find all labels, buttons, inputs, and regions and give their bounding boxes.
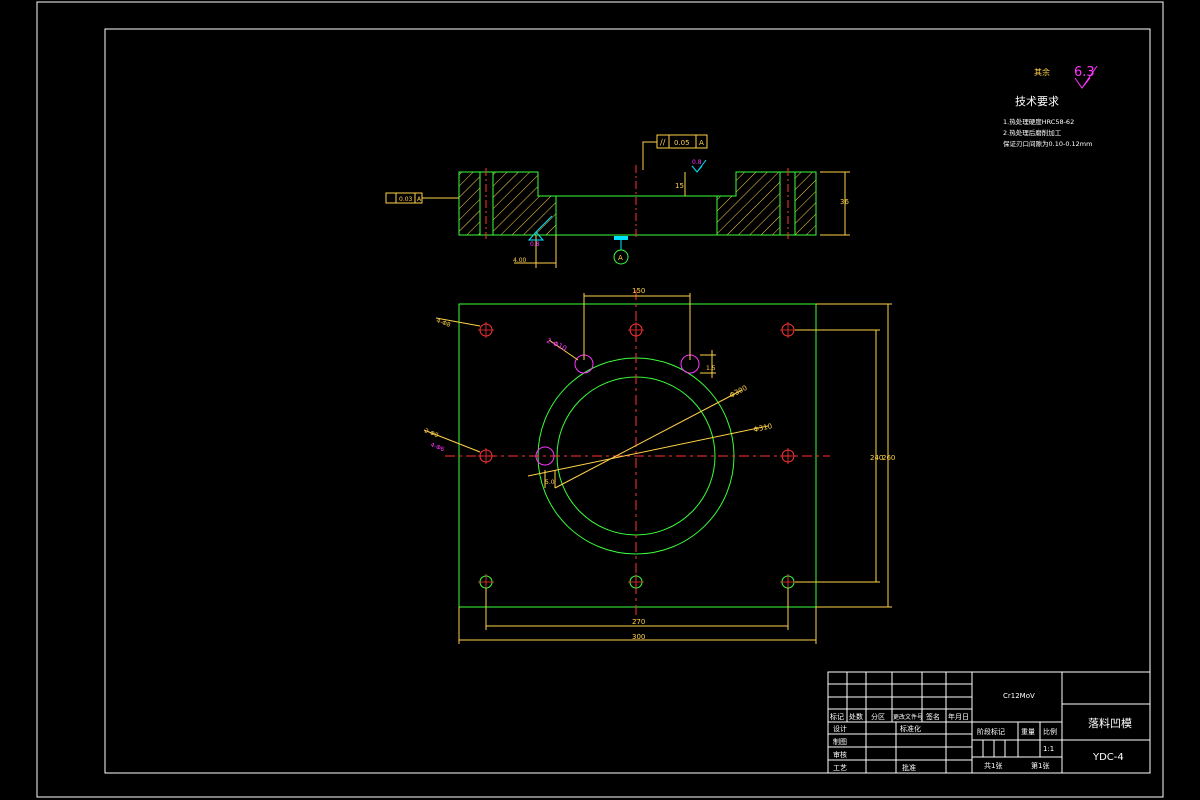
perp-datum: A [417, 196, 422, 203]
sheet-number: 第1张 [1031, 761, 1049, 770]
technical-requirements: 其余 6.3 技术要求 1.热处理硬度HRC58-62 2.热处理后磨削加工 保… [1003, 65, 1098, 148]
tech-title: 技术要求 [1015, 95, 1059, 108]
row-process: 工艺 [833, 764, 847, 772]
header-stage: 阶段标记 [977, 727, 1005, 736]
header-scale: 比例 [1043, 727, 1057, 736]
dowel-holes [535, 354, 700, 466]
row-approve: 批准 [902, 763, 916, 772]
row-design: 设计 [833, 724, 847, 733]
roughness-top: 0.8 [692, 159, 702, 166]
header-date: 年月日 [948, 712, 969, 721]
cad-drawing: 其余 6.3 技术要求 1.热处理硬度HRC58-62 2.热处理后磨削加工 保… [36, 1, 1164, 798]
dim-hole-spacing: 4-Φ8 [435, 317, 451, 329]
hatch-right-lower [717, 196, 780, 235]
dim-small-holes: 2-Φ10 [545, 337, 568, 353]
roughness-side: 0.8 [530, 241, 540, 248]
scale-value: 1:1 [1043, 745, 1054, 753]
header-mark: 标记 [830, 712, 844, 721]
roughness-value: 6.3 [1074, 65, 1095, 80]
dim-diam-1: Φ300 [728, 384, 748, 400]
sheets-total: 共1张 [984, 761, 1002, 770]
header-doc: 更改文件号 [893, 713, 923, 721]
header-qty: 处数 [849, 712, 863, 721]
dim-offset: 4.00 [513, 257, 527, 264]
section-view: 36 15 // 0.05 A 0.8 0.03 A 4.00 0.8 A [385, 134, 850, 268]
hatch-right-upper [736, 172, 780, 196]
row-standard: 标准化 [900, 724, 921, 733]
tech-line-2: 2.热处理后磨削加工 [1003, 128, 1062, 137]
hatch-left-lower [493, 196, 556, 235]
dim-diam-2: Φ310 [753, 422, 773, 434]
drawing-number: YDC-4 [1092, 752, 1124, 763]
inner-frame [104, 28, 1151, 774]
plan-view: 150 4-Φ8 2-Φ10 1.5 Φ300 Φ310 2-Φ8 4-Φ6 5… [423, 287, 895, 644]
dim-inner-width: 270 [632, 618, 645, 626]
dim-depth: 15 [675, 182, 684, 190]
svg-text://: // [660, 138, 666, 147]
dim-side-holes-2: 4-Φ6 [429, 441, 445, 453]
header-zone: 分区 [871, 712, 885, 721]
hatch-left-upper [493, 172, 538, 196]
dim-thickness: 36 [840, 198, 849, 206]
header-sign: 签名 [926, 712, 940, 721]
hatch-right-outer [795, 172, 816, 235]
tech-line-3: 保证刃口间隙为0.10-0.12mm [1003, 139, 1092, 148]
dim-radius: 5.0 [545, 479, 555, 486]
dim-top: 150 [632, 287, 645, 295]
roughness-label: 其余 [1034, 67, 1050, 77]
part-name: 落料凹模 [1088, 716, 1132, 730]
screw-holes [479, 323, 795, 463]
dim-side-holes: 2-Φ8 [423, 427, 439, 439]
parallel-datum: A [699, 139, 704, 147]
datum-marker [614, 236, 628, 240]
tech-line-1: 1.热处理硬度HRC58-62 [1003, 117, 1074, 126]
dim-hole-offset: 1.5 [706, 365, 716, 372]
hatch-left-outer [459, 172, 480, 235]
perp-value: 0.03 [399, 196, 413, 203]
header-weight: 重量 [1021, 728, 1035, 736]
material: Cr12MoV [1003, 692, 1035, 700]
dim-outer-height: 260 [882, 454, 895, 462]
outer-frame [36, 1, 1164, 798]
row-check: 审核 [833, 750, 847, 759]
parallel-value: 0.05 [674, 139, 690, 147]
row-draw: 制图 [833, 737, 847, 746]
datum-label: A [618, 254, 623, 262]
dim-outer-width: 300 [632, 633, 645, 641]
